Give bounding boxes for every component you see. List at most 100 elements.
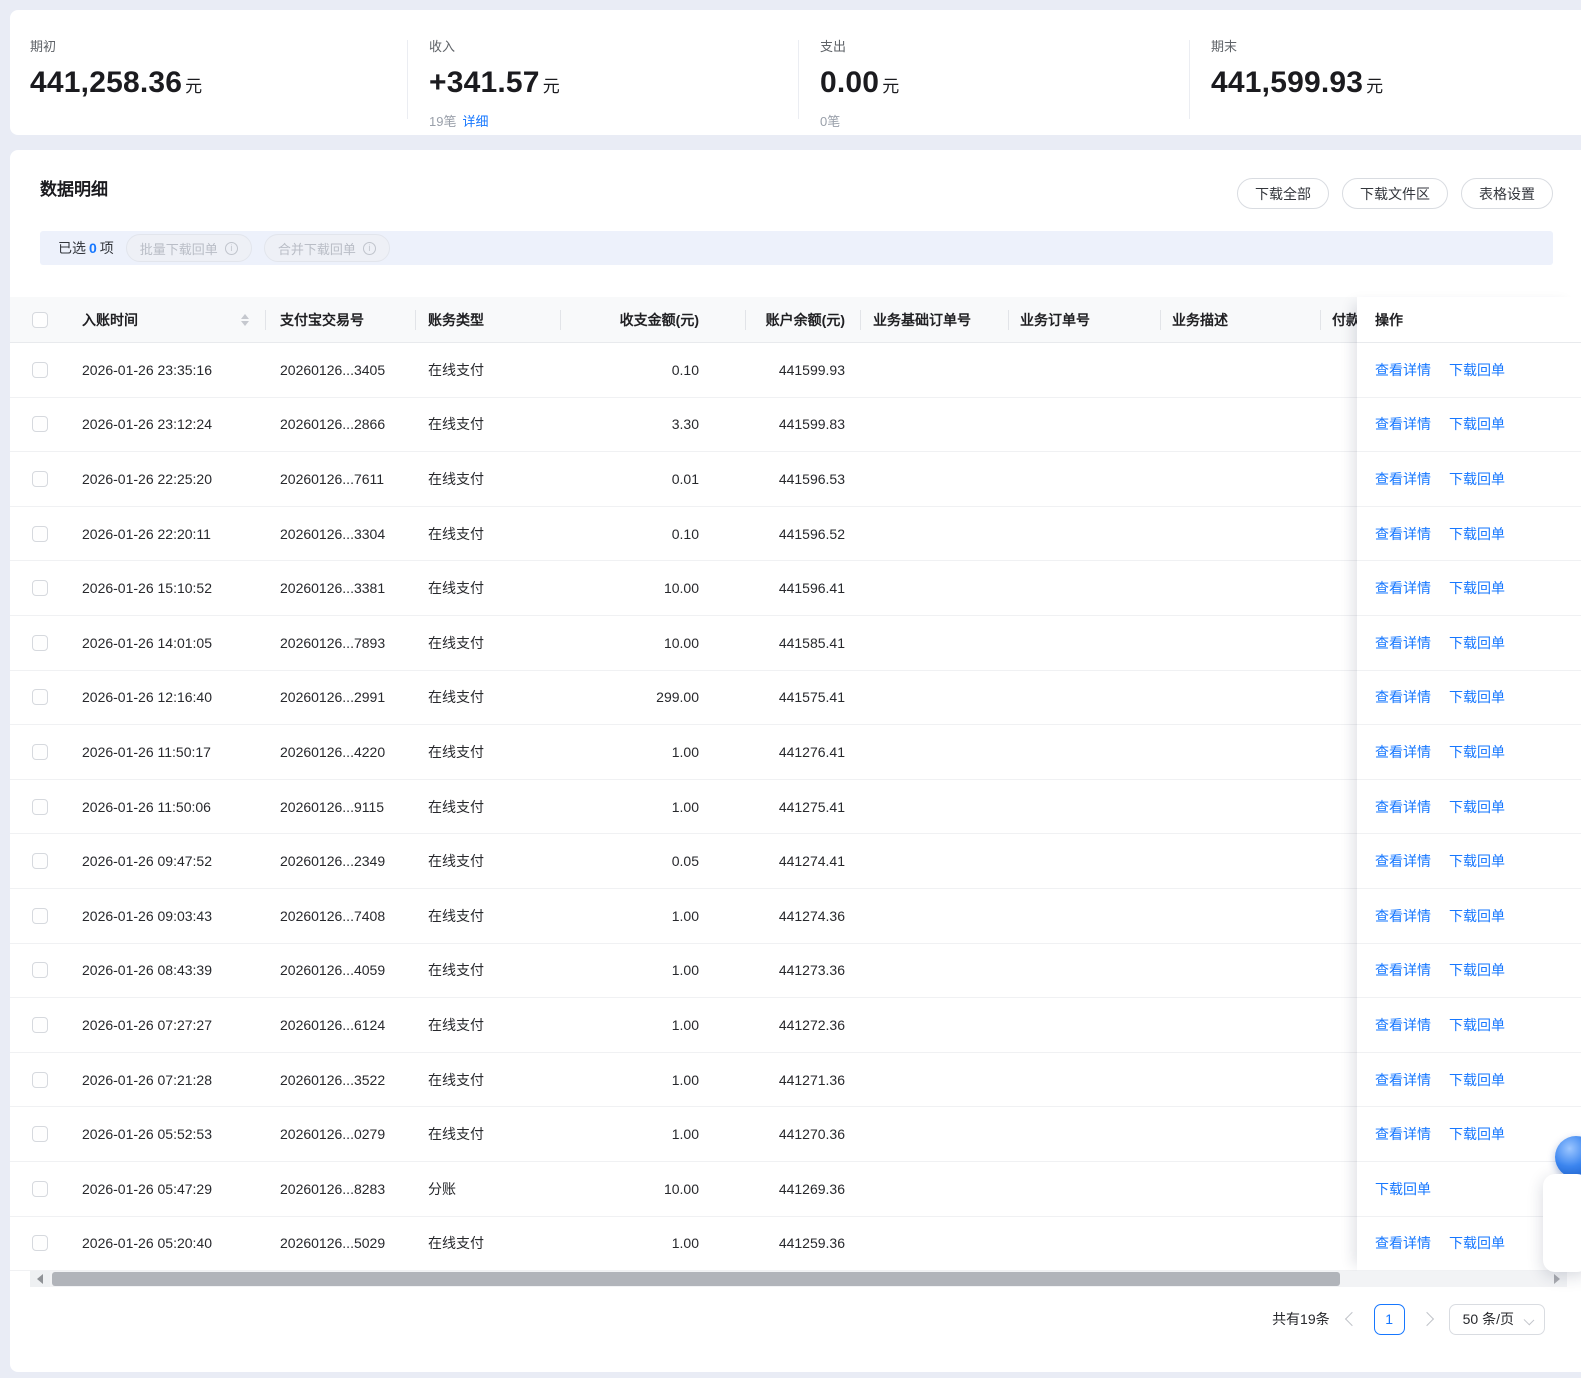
row-checkbox[interactable] bbox=[32, 743, 48, 760]
download-receipt-link[interactable]: 下载回单 bbox=[1449, 469, 1505, 489]
scroll-right-button[interactable] bbox=[1547, 1271, 1567, 1287]
view-details-link[interactable]: 查看详情 bbox=[1375, 1233, 1431, 1253]
download-receipt-link[interactable]: 下载回单 bbox=[1449, 742, 1505, 762]
floating-side-panel[interactable] bbox=[1543, 1174, 1581, 1272]
download-receipt-link[interactable]: 下载回单 bbox=[1449, 960, 1505, 980]
row-checkbox[interactable] bbox=[32, 1235, 48, 1252]
prev-page-button[interactable] bbox=[1344, 1312, 1359, 1327]
download-receipt-link[interactable]: 下载回单 bbox=[1449, 1015, 1505, 1035]
view-details-link[interactable]: 查看详情 bbox=[1375, 360, 1431, 380]
selected-count: 0 bbox=[89, 240, 97, 256]
row-checkbox[interactable] bbox=[32, 689, 48, 706]
view-details-link[interactable]: 查看详情 bbox=[1375, 851, 1431, 871]
select-all-checkbox[interactable] bbox=[32, 311, 48, 328]
view-details-link[interactable]: 查看详情 bbox=[1375, 469, 1431, 489]
cell-balance: 441275.41 bbox=[778, 798, 845, 815]
row-checkbox[interactable] bbox=[32, 580, 48, 597]
row-checkbox[interactable] bbox=[32, 634, 48, 651]
page-size-select[interactable]: 50 条/页 bbox=[1448, 1303, 1545, 1335]
cell-txn: 20260126...2349 bbox=[280, 853, 386, 870]
row-checkbox[interactable] bbox=[32, 962, 48, 979]
cell-time: 2026-01-26 22:25:20 bbox=[82, 470, 212, 487]
view-details-link[interactable]: 查看详情 bbox=[1375, 1015, 1431, 1035]
table-row: 2026-01-26 05:47:29 20260126...8283 分账 1… bbox=[10, 1162, 1581, 1217]
merge-download-button[interactable]: 合并下载回单 i bbox=[263, 234, 390, 262]
table-row: 2026-01-26 07:21:28 20260126...3522 在线支付… bbox=[10, 1053, 1581, 1108]
view-details-link[interactable]: 查看详情 bbox=[1375, 797, 1431, 817]
row-checkbox[interactable] bbox=[32, 1071, 48, 1088]
cell-amount: 1.00 bbox=[671, 1071, 699, 1088]
batch-download-button[interactable]: 批量下载回单 i bbox=[125, 234, 252, 262]
income-detail-link[interactable]: 详细 bbox=[462, 114, 488, 129]
view-details-link[interactable]: 查看详情 bbox=[1375, 524, 1431, 544]
view-details-link[interactable]: 查看详情 bbox=[1375, 1124, 1431, 1144]
row-checkbox[interactable] bbox=[32, 1180, 48, 1197]
row-checkbox[interactable] bbox=[32, 525, 48, 542]
action-row: 查看详情 下载回单 bbox=[1357, 1107, 1581, 1162]
sort-icon[interactable] bbox=[241, 313, 249, 326]
download-receipt-link[interactable]: 下载回单 bbox=[1375, 1179, 1431, 1199]
page-number-button[interactable]: 1 bbox=[1373, 1303, 1405, 1335]
download-receipt-link[interactable]: 下载回单 bbox=[1449, 1124, 1505, 1144]
cell-type: 在线支付 bbox=[428, 580, 484, 597]
table-settings-button[interactable]: 表格设置 bbox=[1461, 178, 1553, 209]
scroll-left-icon bbox=[37, 1274, 43, 1285]
row-checkbox[interactable] bbox=[32, 1016, 48, 1033]
scroll-left-button[interactable] bbox=[30, 1271, 50, 1288]
download-all-button[interactable]: 下载全部 bbox=[1237, 178, 1329, 209]
download-receipt-link[interactable]: 下载回单 bbox=[1449, 687, 1505, 707]
download-receipt-link[interactable]: 下载回单 bbox=[1449, 524, 1505, 544]
view-details-link[interactable]: 查看详情 bbox=[1375, 742, 1431, 762]
view-details-link[interactable]: 查看详情 bbox=[1375, 960, 1431, 980]
row-checkbox[interactable] bbox=[32, 1126, 48, 1143]
download-receipt-link[interactable]: 下载回单 bbox=[1449, 851, 1505, 871]
chevron-down-icon bbox=[1523, 1314, 1535, 1325]
row-checkbox[interactable] bbox=[32, 361, 48, 378]
scrollbar-thumb[interactable] bbox=[52, 1272, 1340, 1287]
total-count-text: 共有19条 bbox=[1272, 1311, 1330, 1328]
toolbar: 下载全部 下载文件区 表格设置 bbox=[1237, 178, 1553, 209]
row-checkbox[interactable] bbox=[32, 416, 48, 433]
download-receipt-link[interactable]: 下载回单 bbox=[1449, 1233, 1505, 1253]
view-details-link[interactable]: 查看详情 bbox=[1375, 906, 1431, 926]
select-all-checkbox-cell bbox=[10, 297, 62, 342]
download-receipt-link[interactable]: 下载回单 bbox=[1449, 578, 1505, 598]
header-actions: 操作 bbox=[1357, 297, 1581, 343]
download-receipt-link[interactable]: 下载回单 bbox=[1449, 1070, 1505, 1090]
header-time[interactable]: 入账时间 bbox=[62, 297, 265, 342]
download-receipt-link[interactable]: 下载回单 bbox=[1449, 633, 1505, 653]
download-receipt-link[interactable]: 下载回单 bbox=[1449, 797, 1505, 817]
next-page-button[interactable] bbox=[1419, 1312, 1434, 1327]
row-checkbox[interactable] bbox=[32, 798, 48, 815]
cell-txn: 20260126...9115 bbox=[280, 798, 385, 815]
view-details-link[interactable]: 查看详情 bbox=[1375, 414, 1431, 434]
cell-txn: 20260126...4220 bbox=[280, 743, 386, 760]
cell-time: 2026-01-26 12:16:40 bbox=[82, 689, 212, 706]
row-checkbox[interactable] bbox=[32, 470, 48, 487]
view-details-link[interactable]: 查看详情 bbox=[1375, 633, 1431, 653]
action-row: 查看详情 下载回单 bbox=[1357, 725, 1581, 780]
summary-opening-label: 期初 bbox=[30, 39, 57, 54]
cell-type: 在线支付 bbox=[428, 1071, 484, 1088]
view-details-link[interactable]: 查看详情 bbox=[1375, 1070, 1431, 1090]
action-row: 查看详情 下载回单 bbox=[1357, 452, 1581, 507]
action-row: 查看详情 下载回单 bbox=[1357, 889, 1581, 944]
horizontal-scrollbar[interactable] bbox=[30, 1271, 1567, 1288]
download-zone-button[interactable]: 下载文件区 bbox=[1342, 178, 1448, 209]
row-checkbox[interactable] bbox=[32, 853, 48, 870]
cell-amount: 0.01 bbox=[671, 470, 699, 487]
download-receipt-link[interactable]: 下载回单 bbox=[1449, 414, 1505, 434]
download-receipt-link[interactable]: 下载回单 bbox=[1449, 906, 1505, 926]
table-row: 2026-01-26 22:25:20 20260126...7611 在线支付… bbox=[10, 452, 1581, 507]
cell-balance: 441276.41 bbox=[778, 743, 845, 760]
cell-amount: 1.00 bbox=[671, 1235, 699, 1252]
cell-amount: 1.00 bbox=[671, 743, 699, 760]
download-receipt-link[interactable]: 下载回单 bbox=[1449, 360, 1505, 380]
header-balance: 账户余额(元) bbox=[745, 297, 860, 342]
summary-closing-value: 441,599.93 元 bbox=[1211, 66, 1384, 99]
cell-amount: 1.00 bbox=[671, 1126, 699, 1143]
view-details-link[interactable]: 查看详情 bbox=[1375, 687, 1431, 707]
row-checkbox[interactable] bbox=[32, 907, 48, 924]
view-details-link[interactable]: 查看详情 bbox=[1375, 578, 1431, 598]
header-amount: 收支金额(元) bbox=[560, 297, 745, 342]
